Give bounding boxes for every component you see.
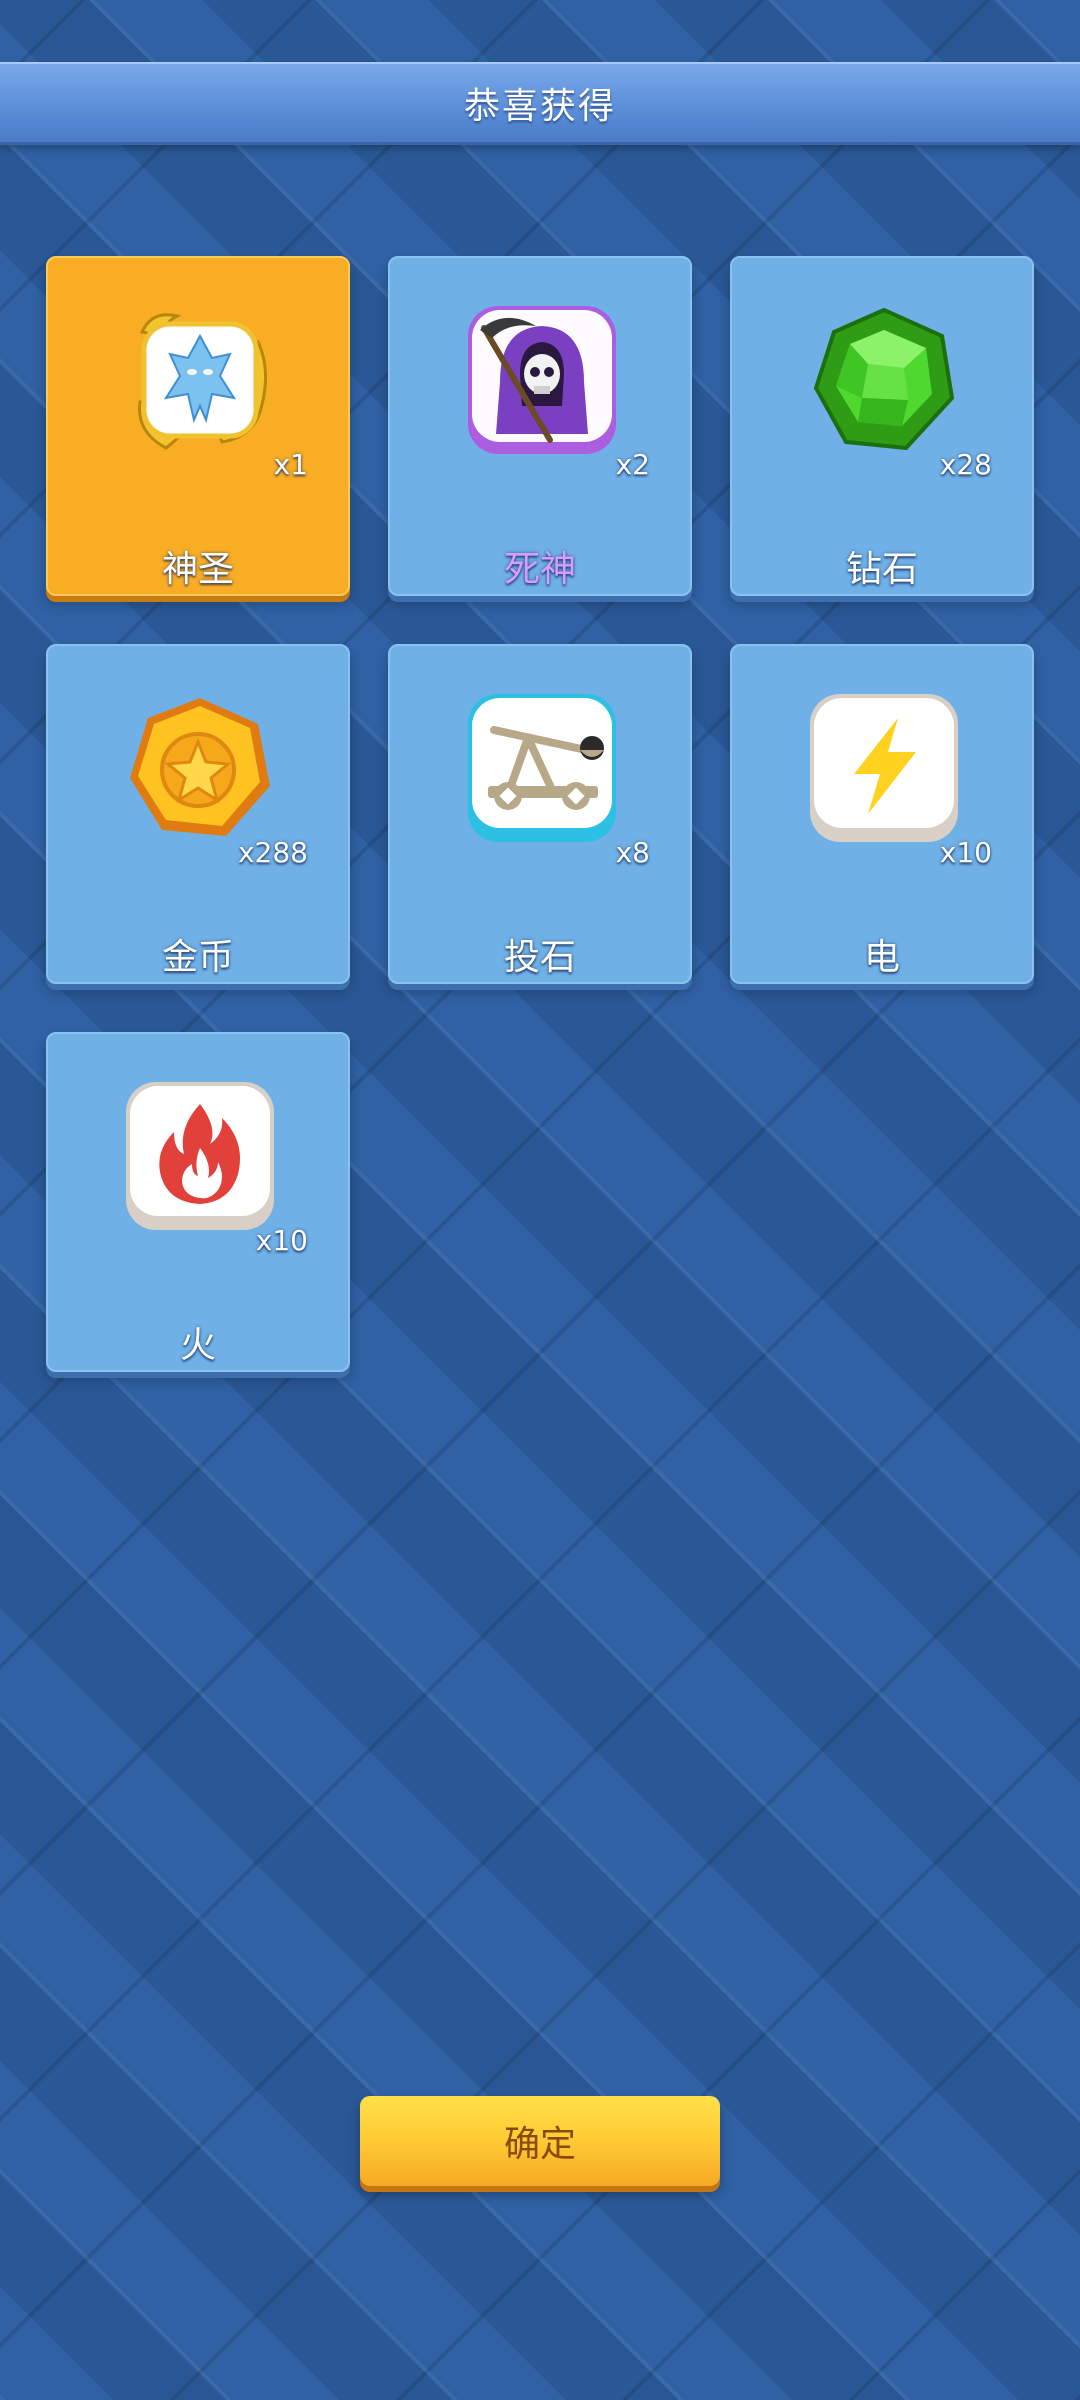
reward-name: 神圣 — [161, 549, 234, 590]
reward-name: 金币 — [161, 937, 234, 978]
reward-card-fire[interactable]: x10 火 — [46, 1032, 350, 1372]
reward-card-catapult[interactable]: x8 投石 — [388, 644, 692, 984]
header-title: 恭喜获得 — [463, 86, 616, 127]
reward-name: 火 — [179, 1325, 216, 1366]
reward-card-reaper[interactable]: x2 死神 — [388, 256, 692, 596]
reward-card-holy[interactable]: x1 神圣 — [46, 256, 350, 596]
reward-header: 恭喜获得 — [0, 62, 1080, 145]
reward-quantity: x10 — [255, 1224, 308, 1257]
reward-name: 死神 — [503, 549, 576, 590]
reward-quantity: x10 — [939, 836, 992, 869]
reward-name: 电 — [863, 937, 900, 978]
reward-card-lightning[interactable]: x10 电 — [730, 644, 1034, 984]
reward-quantity: x28 — [939, 448, 992, 481]
lightning-icon — [806, 690, 962, 846]
reward-quantity: x1 — [273, 448, 308, 481]
reward-name: 投石 — [503, 937, 576, 978]
reward-quantity: x8 — [615, 836, 650, 869]
gold-coin-icon — [122, 690, 278, 846]
holy-dragon-icon — [122, 302, 278, 458]
reward-quantity: x288 — [237, 836, 308, 869]
grim-reaper-icon — [464, 302, 620, 458]
fire-icon — [122, 1078, 278, 1234]
reward-card-gold-coin[interactable]: x288 金币 — [46, 644, 350, 984]
diamond-icon — [806, 302, 962, 458]
reward-quantity: x2 — [615, 448, 650, 481]
catapult-icon — [464, 690, 620, 846]
confirm-button[interactable]: 确定 — [360, 2096, 720, 2186]
reward-card-diamond[interactable]: x28 钻石 — [730, 256, 1034, 596]
reward-name: 钻石 — [845, 549, 918, 590]
